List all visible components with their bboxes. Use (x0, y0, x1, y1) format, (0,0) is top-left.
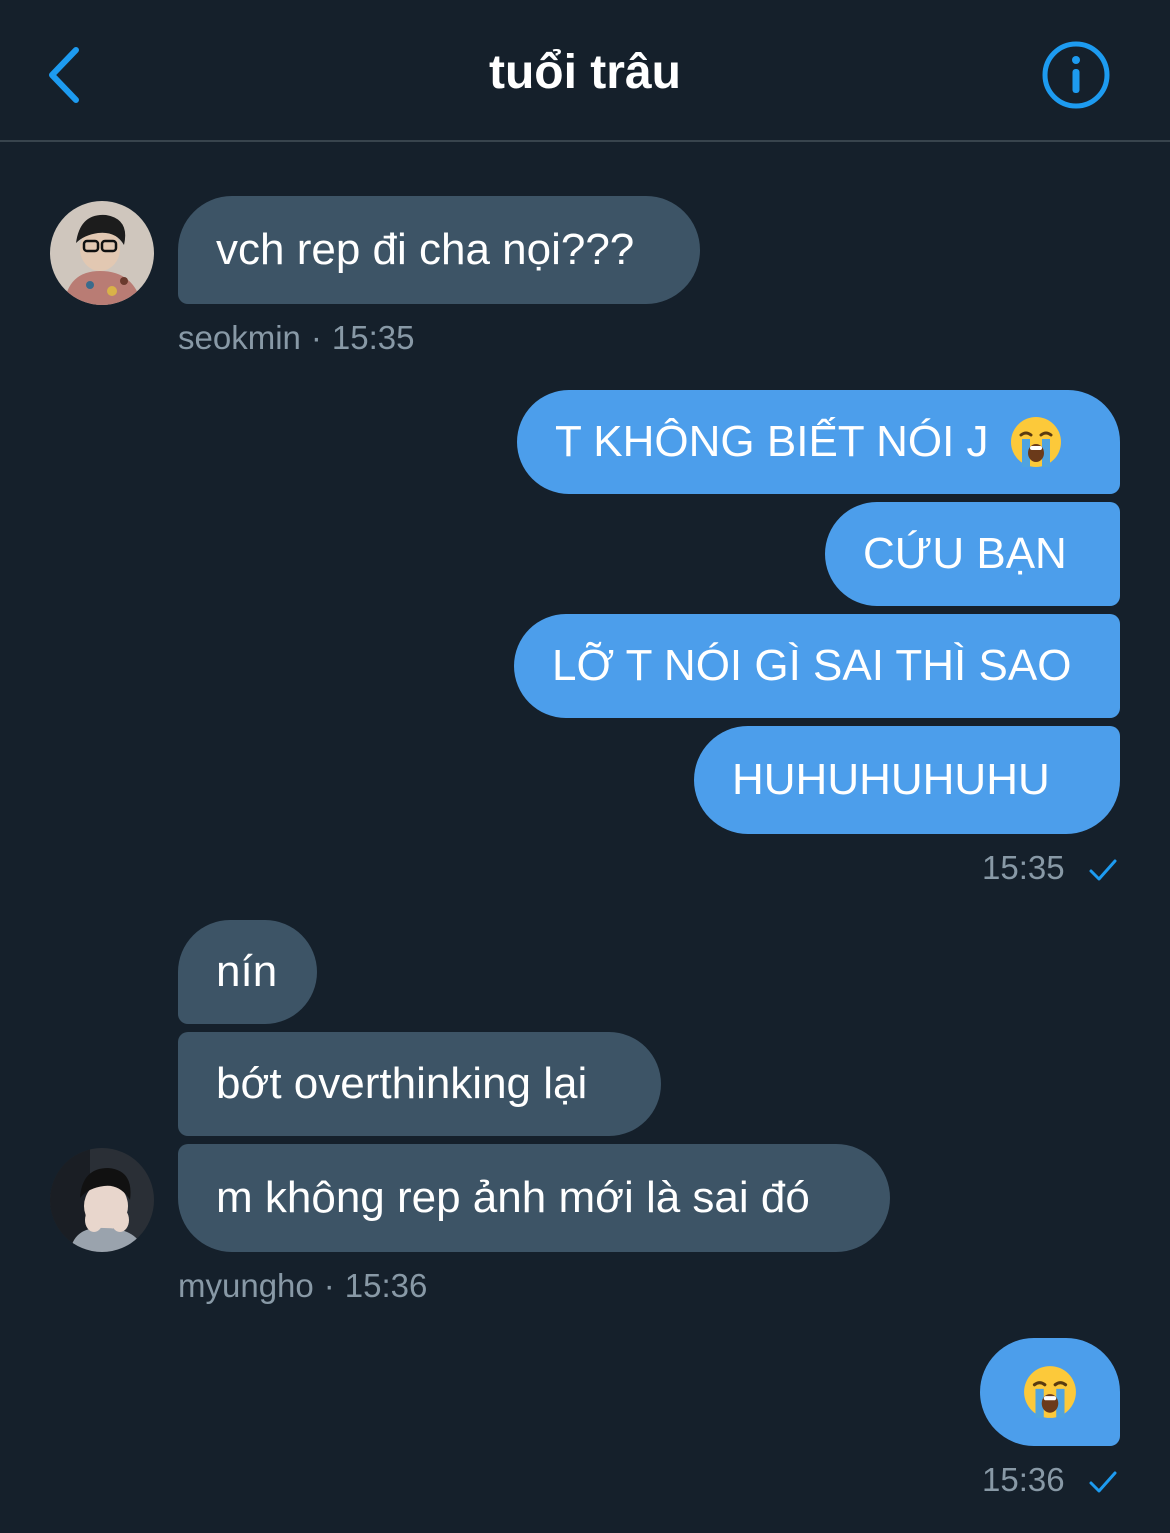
meta-separator: · (323, 1267, 335, 1304)
message-bubble-outgoing[interactable]: LỠ T NÓI GÌ SAI THÌ SAO (514, 614, 1120, 718)
conversation-header: tuổi trâu (0, 0, 1170, 142)
message-text: bớt overthinking lại (216, 1059, 588, 1108)
message-bubble-incoming[interactable]: m không rep ảnh mới là sai đó (178, 1144, 890, 1252)
message-bubble-outgoing[interactable]: HUHUHUHUHU (694, 726, 1120, 834)
message-text: HUHUHUHUHU (732, 755, 1050, 804)
message-text: LỠ T NÓI GÌ SAI THÌ SAO (552, 641, 1072, 690)
message-text: T KHÔNG BIẾT NÓI J (555, 417, 989, 466)
message-text: m không rep ảnh mới là sai đó (216, 1173, 810, 1222)
message-text: CỨU BẠN (863, 529, 1067, 578)
message-bubble-incoming[interactable]: vch rep đi cha nọi??? (178, 196, 700, 304)
meta-separator: · (310, 319, 322, 356)
message-bubble-outgoing[interactable] (980, 1338, 1120, 1446)
sent-check-icon (1089, 859, 1117, 881)
info-icon (1042, 41, 1110, 109)
message-meta: 15:36 (982, 1460, 1118, 1500)
avatar-seokmin[interactable] (50, 201, 154, 305)
message-meta: 15:35 (982, 848, 1118, 888)
message-time: 15:36 (344, 1267, 428, 1304)
loudly-crying-face-icon (1024, 1366, 1076, 1418)
message-bubble-outgoing[interactable]: T KHÔNG BIẾT NÓI J (517, 390, 1120, 494)
message-meta: myungho · 15:36 (178, 1266, 427, 1306)
message-time: 15:35 (331, 319, 415, 356)
message-time: 15:36 (982, 1461, 1065, 1498)
conversation-title: tuổi trâu (489, 46, 681, 99)
message-text: nín (216, 947, 278, 996)
message-meta: seokmin · 15:35 (178, 318, 414, 358)
sender-name: myungho (178, 1267, 314, 1304)
message-text: vch rep đi cha nọi??? (216, 225, 635, 274)
sent-check-icon (1089, 1471, 1117, 1493)
message-time: 15:35 (982, 849, 1065, 886)
message-bubble-incoming[interactable]: bớt overthinking lại (178, 1032, 661, 1136)
message-bubble-incoming[interactable]: nín (178, 920, 317, 1024)
info-button[interactable] (1040, 39, 1112, 111)
sender-name: seokmin (178, 319, 301, 356)
avatar-myungho[interactable] (50, 1148, 154, 1252)
loudly-crying-face-icon (1010, 417, 1061, 467)
message-bubble-outgoing[interactable]: CỨU BẠN (825, 502, 1120, 606)
